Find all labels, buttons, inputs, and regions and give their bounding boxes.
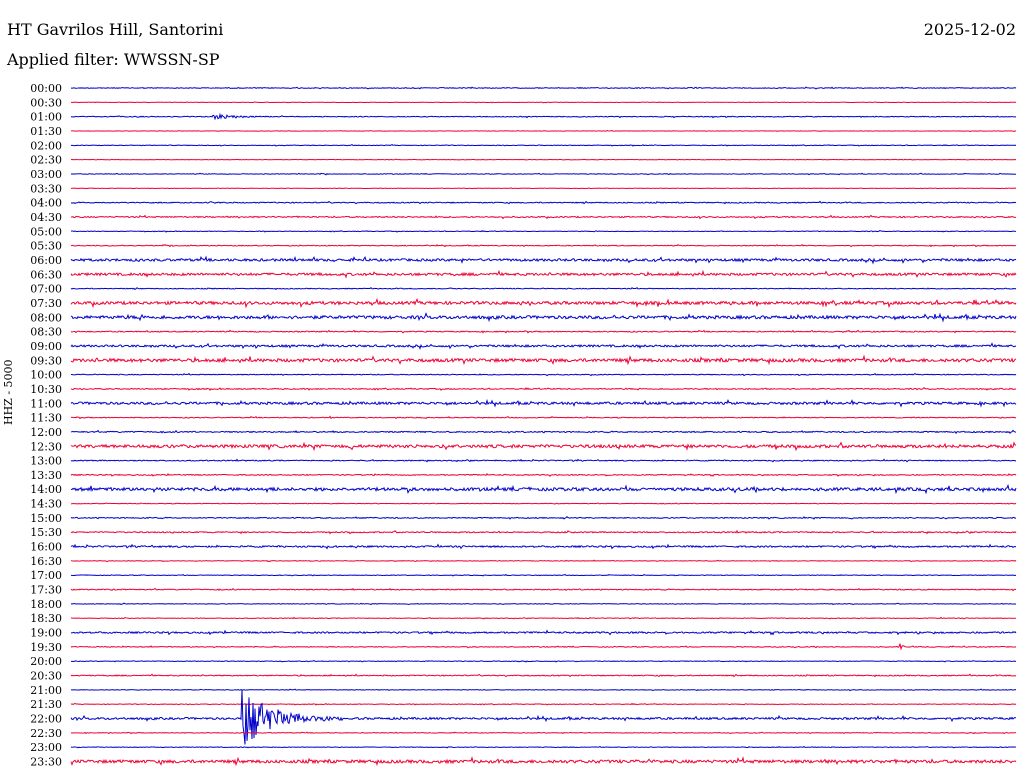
row-label: 12:30 xyxy=(30,440,62,453)
row-label: 19:30 xyxy=(30,641,62,654)
trace-line xyxy=(70,573,1017,577)
trace-line xyxy=(70,587,1017,592)
trace-line xyxy=(70,372,1017,377)
row-label: 04:00 xyxy=(30,197,62,210)
trace-line xyxy=(70,112,1017,121)
trace-line xyxy=(70,200,1017,205)
trace-line xyxy=(70,543,1017,550)
row-label: 02:00 xyxy=(30,139,62,152)
row-label: 05:30 xyxy=(30,240,62,253)
row-label: 21:30 xyxy=(30,698,62,711)
trace-line xyxy=(70,329,1017,334)
row-label: 10:30 xyxy=(30,383,62,396)
row-label: 04:30 xyxy=(30,211,62,224)
trace-line xyxy=(70,458,1017,463)
trace-line xyxy=(70,312,1017,323)
row-label: 23:00 xyxy=(30,741,62,754)
trace-line xyxy=(70,472,1017,477)
trace-line xyxy=(70,354,1017,366)
trace-line xyxy=(70,398,1017,408)
trace-line xyxy=(70,688,1017,692)
row-label: 01:00 xyxy=(30,111,62,124)
row-label: 18:30 xyxy=(30,612,62,625)
row-label: 13:00 xyxy=(30,455,62,468)
row-label: 02:30 xyxy=(30,154,62,167)
trace-line xyxy=(70,629,1017,636)
trace-line xyxy=(70,502,1017,505)
trace-line xyxy=(70,243,1017,248)
trace-line xyxy=(70,297,1017,309)
trace-line xyxy=(70,286,1017,291)
trace-line xyxy=(70,129,1017,133)
helicorder-chart: 00:0000:30 01:0001:3002:00 02:3003:0003:30… xyxy=(30,82,1017,769)
trace-line xyxy=(70,643,1017,651)
trace-line xyxy=(70,172,1017,176)
row-label: 09:00 xyxy=(30,340,62,353)
trace-line xyxy=(70,441,1017,452)
trace-line xyxy=(70,387,1017,392)
trace-line xyxy=(70,702,1017,706)
row-label: 23:30 xyxy=(30,756,62,769)
row-label: 13:30 xyxy=(30,469,62,482)
row-label: 00:30 xyxy=(30,96,62,109)
row-label: 12:00 xyxy=(30,426,62,439)
trace-line xyxy=(70,559,1017,563)
row-label: 05:00 xyxy=(30,225,62,238)
row-label: 08:30 xyxy=(30,326,62,339)
row-label: 09:30 xyxy=(30,354,62,367)
row-label: 06:30 xyxy=(30,268,62,281)
trace-line xyxy=(70,616,1017,620)
row-label: 10:00 xyxy=(30,369,62,382)
row-label: 06:00 xyxy=(30,254,62,267)
row-label: 01:30 xyxy=(30,125,62,138)
row-label: 11:00 xyxy=(30,397,62,410)
row-label: 07:30 xyxy=(30,297,62,310)
trace-line xyxy=(70,214,1017,220)
trace-line xyxy=(71,101,1017,104)
trace-line xyxy=(70,660,1017,663)
row-label: 15:00 xyxy=(30,512,62,525)
row-label: 14:00 xyxy=(30,483,62,496)
row-label: 11:30 xyxy=(30,412,62,425)
trace-line xyxy=(70,602,1017,606)
row-label: 17:00 xyxy=(30,569,62,582)
trace-line xyxy=(70,529,1017,535)
trace-line xyxy=(70,144,1017,147)
trace-line xyxy=(70,731,1017,735)
row-label: 03:30 xyxy=(30,182,62,195)
trace-line xyxy=(70,515,1017,520)
row-label: 00:00 xyxy=(30,82,62,95)
trace-line xyxy=(70,269,1017,279)
trace-line xyxy=(70,689,1017,745)
row-label: 03:00 xyxy=(30,168,62,181)
trace-line xyxy=(70,483,1017,495)
trace-line xyxy=(70,86,1017,90)
row-label: 20:30 xyxy=(30,670,62,683)
row-label: 07:00 xyxy=(30,283,62,296)
row-label: 15:30 xyxy=(30,526,62,539)
row-label: 18:00 xyxy=(30,598,62,611)
row-label: 19:00 xyxy=(30,627,62,640)
row-label: 16:30 xyxy=(30,555,62,568)
trace-line xyxy=(70,415,1017,420)
row-label: 22:30 xyxy=(30,727,62,740)
trace-line xyxy=(70,255,1017,265)
trace-line xyxy=(70,187,1017,190)
trace-line xyxy=(70,158,1017,161)
trace-rows: 00:0000:30 01:0001:3002:00 02:3003:0003:30… xyxy=(30,82,1017,769)
row-label: 22:00 xyxy=(30,713,62,726)
trace-line xyxy=(70,745,1017,749)
row-label: 08:00 xyxy=(30,311,62,324)
trace-line xyxy=(70,673,1017,678)
row-label: 21:00 xyxy=(30,684,62,697)
row-label: 20:00 xyxy=(30,655,62,668)
row-label: 17:30 xyxy=(30,584,62,597)
trace-line xyxy=(70,229,1017,233)
trace-line xyxy=(70,342,1017,350)
trace-line xyxy=(70,755,1017,767)
row-label: 14:30 xyxy=(30,498,62,511)
row-label: 16:00 xyxy=(30,541,62,554)
trace-line xyxy=(70,429,1017,435)
